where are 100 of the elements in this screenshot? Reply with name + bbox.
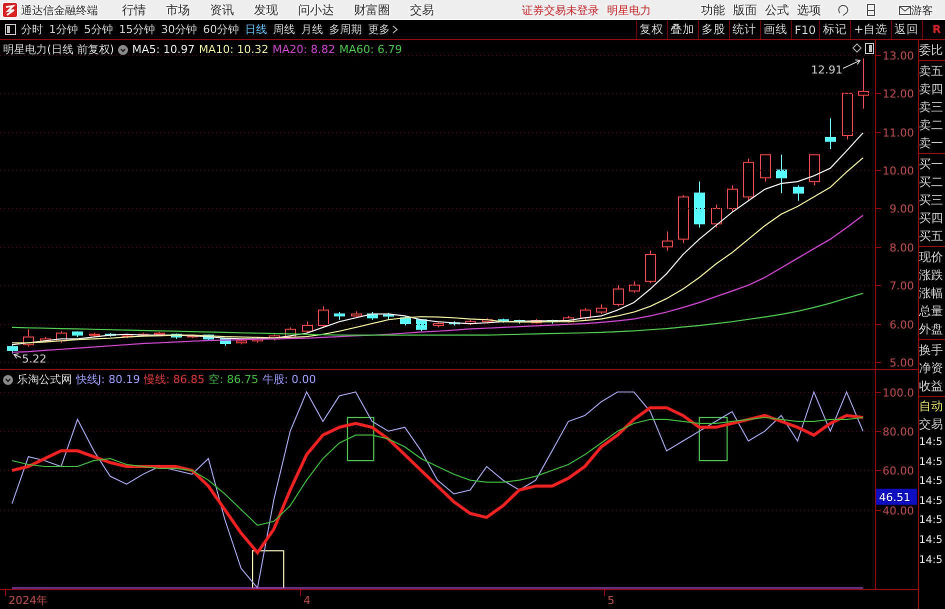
period-tab[interactable]: 日线 <box>245 22 267 37</box>
quote-label: 买五 <box>919 228 944 245</box>
candlestick <box>563 315 574 324</box>
trade-time: 14:5 <box>919 513 944 528</box>
menu-item[interactable]: 选项 <box>797 2 821 18</box>
menu-item[interactable]: 行情 <box>122 2 146 18</box>
candlestick <box>154 332 165 336</box>
indicator-axis-label: 80.00 <box>882 426 914 438</box>
candlestick <box>351 310 362 318</box>
candlestick <box>367 312 378 320</box>
quote-label: 卖三 <box>919 99 944 116</box>
menu-item[interactable]: 功能 <box>701 2 725 18</box>
candlestick <box>662 230 673 252</box>
toolbar-button[interactable]: 标记 <box>818 20 850 39</box>
chevron-circle-icon[interactable] <box>118 44 128 54</box>
candlestick <box>203 334 214 341</box>
toolbar-button[interactable]: 画线 <box>760 20 791 39</box>
quote-label: 外盘 <box>919 321 944 338</box>
quote-label: 卖二 <box>919 117 944 134</box>
menu-item[interactable]: 资讯 <box>210 2 234 18</box>
price-axis-label: 11.00 <box>882 126 914 140</box>
trade-label: 交易 <box>919 416 944 433</box>
quote-label: 卖五 <box>919 63 944 80</box>
menu-item[interactable]: 问小达 <box>298 2 334 18</box>
diamond-icon[interactable] <box>852 43 862 53</box>
candlestick <box>858 58 869 110</box>
trade-mode[interactable]: 自动 <box>919 397 945 415</box>
chevron-icon <box>392 25 398 34</box>
toolbar-button[interactable]: 复权 <box>636 20 667 39</box>
trade-time: 14:5 <box>919 435 944 450</box>
menu-item[interactable]: 版面 <box>733 2 757 18</box>
trade-time: 14:5 <box>919 494 944 509</box>
indicator-name: 乐淘公式网 <box>17 372 72 387</box>
price-axis-label: 7.00 <box>890 280 914 292</box>
date-axis-label: 5 <box>608 594 614 607</box>
toolbar-button[interactable]: F10 <box>790 20 819 39</box>
user-name[interactable]: 游客 <box>911 2 933 18</box>
period-tab[interactable]: 月线 <box>301 22 323 37</box>
candlestick <box>285 326 296 340</box>
quote-label: 买一 <box>919 156 944 173</box>
menu-item[interactable]: 交易 <box>410 2 434 18</box>
candlestick <box>629 280 640 294</box>
candlestick <box>531 318 542 324</box>
price-axis-label: 13.00 <box>882 50 914 62</box>
current-value-tag: 46.51 <box>876 488 917 505</box>
price-extreme-label: 5.22 <box>22 352 46 366</box>
period-tab[interactable]: 30分钟 <box>161 22 197 37</box>
period-tab[interactable]: 5分钟 <box>84 22 113 37</box>
period-tab[interactable]: 60分钟 <box>203 22 239 37</box>
menu-item[interactable]: 市场 <box>166 2 190 18</box>
candlestick <box>842 92 853 140</box>
candlestick <box>727 184 738 213</box>
candlestick <box>40 336 51 344</box>
period-tab[interactable]: 分时 <box>21 22 43 37</box>
toolbar-button[interactable]: 统计 <box>728 20 760 39</box>
candlestick <box>220 338 231 346</box>
price-axis-label: 8.00 <box>890 242 914 254</box>
price-axis-label: 10.00 <box>882 164 914 178</box>
panel-icon[interactable] <box>865 43 874 54</box>
candlestick <box>72 330 83 338</box>
indicator-axis-label: 100.0 <box>882 386 914 400</box>
candlestick <box>498 318 509 324</box>
mail-icon[interactable] <box>899 4 911 16</box>
period-tab[interactable]: 多周期 <box>329 22 362 37</box>
candlestick <box>187 334 198 339</box>
more-button[interactable]: 更多 <box>368 22 398 37</box>
candlestick <box>138 332 149 338</box>
candlestick <box>645 250 656 284</box>
chevron-circle-icon[interactable] <box>3 374 13 384</box>
price-axis-label: 5.00 <box>890 356 914 370</box>
legend-value: 牛股: 0.00 <box>262 372 316 387</box>
menu-item[interactable]: 财富圈 <box>354 2 390 18</box>
price-extreme-label: 12.91 <box>811 63 842 76</box>
loop-icon[interactable] <box>837 4 849 16</box>
quote-label: 换手 <box>919 342 944 359</box>
sidebar-toggle-icon[interactable] <box>5 24 16 35</box>
menu-item[interactable]: 公式 <box>765 2 789 18</box>
toolbar-button[interactable]: 叠加 <box>666 20 698 39</box>
period-tab[interactable]: 1分钟 <box>49 22 78 37</box>
quote-label: 买四 <box>919 210 944 227</box>
corner-mark[interactable]: R <box>932 23 941 36</box>
phone-icon[interactable] <box>865 4 877 16</box>
menu-item[interactable]: 发现 <box>254 2 278 18</box>
toolbar-button[interactable]: +自选 <box>850 20 891 39</box>
quote-label: 委比 <box>919 42 944 59</box>
toolbar-button[interactable]: 多股 <box>698 20 729 39</box>
quote-label: 涨跌 <box>919 267 944 284</box>
indicator-axis-label: 60.00 <box>882 464 914 478</box>
leader-line <box>842 59 861 69</box>
trade-time: 14:5 <box>919 454 944 470</box>
legend-value: 快线J: 80.19 <box>76 372 140 387</box>
period-tab[interactable]: 周线 <box>273 22 295 37</box>
period-tab[interactable]: 15分钟 <box>119 22 155 37</box>
price-axis-label: 12.00 <box>882 88 914 100</box>
toolbar-button[interactable]: 返回 <box>890 20 923 39</box>
candlestick <box>743 158 754 202</box>
legend-value: MA60: 6.79 <box>339 43 402 56</box>
candlestick <box>23 328 34 348</box>
candlestick <box>760 154 771 182</box>
quote-label: 卖四 <box>919 81 944 98</box>
